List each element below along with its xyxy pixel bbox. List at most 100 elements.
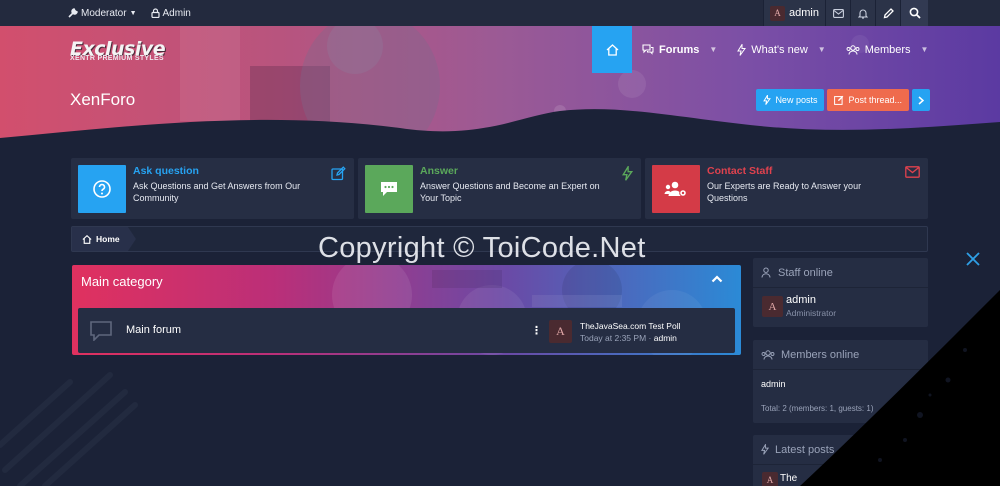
nav-whats-new-label: What's new xyxy=(751,43,808,56)
header-banner: Exclusive XENTR PREMIUM STYLES XenForo F… xyxy=(0,26,1000,152)
card-description: Ask Questions and Get Answers from Our C… xyxy=(133,181,301,203)
chevron-down-icon[interactable]: ▼ xyxy=(818,45,826,54)
new-posts-label: New posts xyxy=(775,95,818,105)
edit-button[interactable] xyxy=(875,0,900,26)
inbox-button[interactable] xyxy=(825,0,850,26)
staff-online-widget: Staff online A admin Administrator xyxy=(753,258,928,327)
members-online-widget: Members online admin Total: 2 (members: … xyxy=(753,340,928,423)
user-menu[interactable]: A admin xyxy=(763,0,825,26)
widget-title[interactable]: Staff online xyxy=(778,267,833,279)
new-posts-button[interactable]: New posts xyxy=(756,89,825,111)
lock-icon xyxy=(150,8,160,18)
home-icon xyxy=(82,234,92,244)
staff-role: Administrator xyxy=(786,308,837,318)
comment-outline-icon xyxy=(90,321,112,341)
last-post-title[interactable]: TheJavaSea.com Test Poll xyxy=(580,321,680,331)
alerts-button[interactable] xyxy=(850,0,875,26)
card-icon-box xyxy=(78,165,126,213)
widget-header: Staff online xyxy=(753,258,928,288)
edit-icon xyxy=(834,95,844,105)
chevron-down-icon: ▼ xyxy=(129,9,137,17)
contact-staff-card[interactable]: Contact Staff Our Experts are Ready to A… xyxy=(645,158,928,219)
close-icon[interactable] xyxy=(963,249,983,269)
online-total: Total: 2 (members: 1, guests: 1) xyxy=(761,404,874,413)
post-thread-label: Post thread... xyxy=(848,95,902,105)
card-title[interactable]: Ask question xyxy=(133,165,199,177)
top-bar: Moderator ▼ Admin A admin xyxy=(0,0,1000,26)
widget-header: Latest posts xyxy=(753,435,928,465)
users-icon xyxy=(846,44,860,55)
latest-posts-widget: Latest posts A The xyxy=(753,435,928,486)
user-shield-icon xyxy=(761,267,771,278)
nav-whats-new-tab[interactable]: What's new ▼ xyxy=(727,26,835,73)
category-title[interactable]: Main category xyxy=(81,274,163,289)
avatar[interactable]: A xyxy=(549,320,572,343)
staff-username[interactable]: admin xyxy=(786,294,816,306)
latest-post-title[interactable]: The xyxy=(780,473,797,484)
question-icon xyxy=(93,180,111,198)
collapse-toggle[interactable] xyxy=(711,275,723,283)
widget-header: Members online xyxy=(753,340,928,370)
post-thread-button[interactable]: Post thread... xyxy=(827,89,909,111)
nav-forums-label: Forums xyxy=(659,43,700,56)
bolt-icon xyxy=(737,43,747,56)
last-post-user[interactable]: admin xyxy=(654,333,677,343)
breadcrumb-home[interactable]: Home xyxy=(72,227,128,251)
envelope-icon[interactable] xyxy=(905,166,920,178)
page-title: XenForo xyxy=(70,90,136,109)
moderator-label: Moderator xyxy=(81,7,127,19)
breadcrumb-home-label: Home xyxy=(96,234,120,244)
users-icon xyxy=(761,349,775,360)
search-button[interactable] xyxy=(900,0,928,26)
avatar[interactable]: A xyxy=(762,296,783,317)
meta-separator: · xyxy=(648,333,652,343)
chevron-down-icon[interactable]: ▼ xyxy=(921,45,929,54)
nav-forums-tab[interactable]: Forums ▼ xyxy=(632,26,727,73)
admin-label: Admin xyxy=(162,7,191,19)
bell-icon xyxy=(858,9,868,19)
breadcrumb-separator xyxy=(128,227,136,251)
widget-title[interactable]: Latest posts xyxy=(775,444,834,456)
forum-title[interactable]: Main forum xyxy=(126,324,181,336)
search-icon xyxy=(909,7,921,19)
comment-icon xyxy=(381,182,397,196)
username: admin xyxy=(789,7,819,19)
bolt-icon[interactable] xyxy=(622,166,633,181)
envelope-icon xyxy=(832,8,844,18)
bolt-icon xyxy=(763,95,772,105)
nav-members-label: Members xyxy=(864,43,911,56)
avatar[interactable]: A xyxy=(762,472,778,486)
header-actions: New posts Post thread... xyxy=(756,89,930,111)
card-description: Our Experts are Ready to Answer your Que… xyxy=(707,181,862,203)
avatar: A xyxy=(770,5,786,21)
admin-link[interactable]: Admin xyxy=(150,7,191,19)
online-member[interactable]: admin xyxy=(761,379,786,389)
more-options-icon[interactable]: ⋮ xyxy=(531,324,542,337)
card-icon-box xyxy=(365,165,413,213)
edit-icon[interactable] xyxy=(331,166,346,181)
answer-card[interactable]: Answer Answer Questions and Become an Ex… xyxy=(358,158,641,219)
ask-question-card[interactable]: Ask question Ask Questions and Get Answe… xyxy=(71,158,354,219)
home-icon xyxy=(606,43,618,56)
card-title[interactable]: Contact Staff xyxy=(707,165,772,177)
nav-members-tab[interactable]: Members ▼ xyxy=(836,26,939,73)
chevron-up-icon xyxy=(711,275,723,283)
more-actions-button[interactable] xyxy=(912,89,930,111)
users-cog-icon xyxy=(664,181,687,197)
card-icon-box xyxy=(652,165,700,213)
forum-row: Main forum ⋮ A TheJavaSea.com Test Poll … xyxy=(78,308,735,353)
widget-title[interactable]: Members online xyxy=(781,349,859,361)
last-post-time[interactable]: Today at 2:35 PM xyxy=(580,333,646,343)
copyright-watermark: Copyright © ToiCode.Net xyxy=(318,232,646,264)
feature-cards: Ask question Ask Questions and Get Answe… xyxy=(71,158,928,219)
card-title[interactable]: Answer xyxy=(420,165,458,177)
moderator-menu[interactable]: Moderator ▼ xyxy=(68,8,137,19)
bolt-icon xyxy=(761,444,769,455)
main-nav: Forums ▼ What's new ▼ Members ▼ xyxy=(592,26,938,73)
chat-bubbles-icon xyxy=(642,44,654,55)
chevron-right-icon xyxy=(918,95,924,105)
nav-home-tab[interactable] xyxy=(592,26,632,73)
logo-tagline: XENTR PREMIUM STYLES xyxy=(70,55,164,62)
wrench-icon xyxy=(68,8,78,18)
chevron-down-icon[interactable]: ▼ xyxy=(709,45,717,54)
